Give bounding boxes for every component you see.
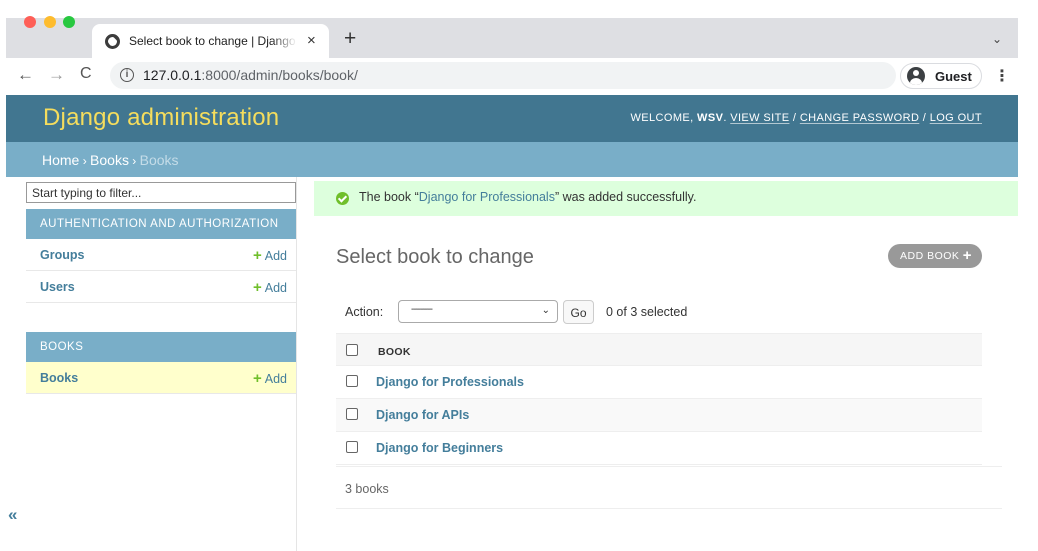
app-caption-auth[interactable]: AUTHENTICATION AND AUTHORIZATION [26, 209, 296, 239]
go-button[interactable]: Go [563, 300, 594, 324]
view-site-link[interactable]: VIEW SITE [730, 112, 789, 124]
browser-menu-icon[interactable]: ⋮ [994, 66, 1010, 86]
breadcrumb-separator: › [128, 154, 140, 168]
breadcrumb-separator: › [79, 154, 91, 168]
message-prefix: The book “ [359, 190, 419, 204]
success-message: The book “Django for Professionals” was … [314, 181, 1018, 216]
add-label: Add [264, 249, 287, 263]
added-object-link[interactable]: Django for Professionals [419, 190, 555, 204]
model-link-books[interactable]: Books [40, 371, 78, 385]
collapse-sidebar-icon[interactable]: « [8, 505, 17, 525]
separator: / [789, 112, 800, 124]
success-text: The book “Django for Professionals” was … [359, 190, 696, 204]
plus-icon: + [252, 370, 262, 387]
row-checkbox[interactable] [346, 408, 358, 420]
table-row: Django for Beginners [336, 432, 982, 465]
breadcrumb: Home › Books › Books [6, 142, 1018, 177]
result-count: 3 books [345, 482, 389, 496]
book-link[interactable]: Django for APIs [376, 408, 469, 422]
app-caption-books[interactable]: BOOKS [26, 332, 296, 362]
welcome-text: WELCOME, [630, 112, 694, 124]
profile-button[interactable]: Guest [900, 63, 982, 89]
sidebar-item-books: Books + Add [26, 362, 296, 394]
row-checkbox[interactable] [346, 375, 358, 387]
page-title: Select book to change [336, 246, 534, 268]
book-link[interactable]: Django for Professionals [376, 375, 524, 389]
new-tab-button[interactable]: + [344, 27, 356, 51]
model-link-users[interactable]: Users [40, 280, 75, 294]
add-label: Add [264, 372, 287, 386]
add-book-button[interactable]: ADD BOOK + [888, 244, 982, 268]
avatar-icon [907, 67, 925, 85]
action-select[interactable]: --------- ⌄ [398, 300, 558, 323]
add-users-link[interactable]: + Add [253, 279, 287, 296]
address-bar[interactable]: i 127.0.0.1:8000/admin/books/book/ [110, 62, 896, 89]
site-header: Django administration WELCOME, WSV. VIEW… [6, 95, 1018, 142]
add-label: Add [264, 281, 287, 295]
url-text[interactable]: 127.0.0.1:8000/admin/books/book/ [143, 67, 358, 83]
reload-button[interactable]: C [80, 65, 92, 83]
close-window-button[interactable] [24, 16, 36, 28]
sidebar-item-users: Users + Add [26, 271, 296, 303]
nav-sidebar: AUTHENTICATION AND AUTHORIZATION Groups … [25, 177, 297, 551]
back-button[interactable]: ← [17, 65, 34, 85]
username: WSV [697, 112, 724, 124]
breadcrumb-current: Books [139, 152, 179, 168]
browser-tab[interactable]: Select book to change | Django site admi… [92, 24, 329, 58]
user-tools: WELCOME, WSV. VIEW SITE / CHANGE PASSWOR… [630, 112, 982, 124]
table-header: BOOK [336, 333, 982, 366]
paginator: 3 books [336, 466, 1002, 509]
add-groups-link[interactable]: + Add [253, 247, 287, 264]
select-all-checkbox[interactable] [346, 344, 358, 356]
action-selected-value: --------- [411, 304, 433, 315]
site-branding[interactable]: Django administration [43, 104, 279, 132]
breadcrumb-app[interactable]: Books [90, 152, 129, 168]
action-label: Action: [345, 305, 384, 319]
column-header-book[interactable]: BOOK [378, 346, 411, 358]
globe-icon [105, 34, 120, 49]
plus-icon: + [252, 279, 262, 296]
row-checkbox[interactable] [346, 441, 358, 453]
plus-icon: + [962, 247, 972, 264]
tab-title: Select book to change | Django site admi… [129, 34, 297, 48]
message-suffix: ” was added successfully. [554, 190, 697, 204]
actions-bar: Action: --------- ⌄ Go 0 of 3 selected [336, 294, 982, 332]
table-row: Django for Professionals [336, 366, 982, 399]
profile-label: Guest [935, 69, 972, 84]
url-host: 127.0.0.1 [143, 67, 202, 83]
model-link-groups[interactable]: Groups [40, 248, 84, 262]
book-link[interactable]: Django for Beginners [376, 441, 503, 455]
selected-count: 0 of 3 selected [606, 305, 688, 319]
success-check-icon [336, 192, 349, 205]
url-path: :8000/admin/books/book/ [201, 67, 358, 83]
tab-search-icon[interactable]: ⌄ [992, 32, 1002, 46]
minimize-window-button[interactable] [44, 16, 56, 28]
breadcrumb-home[interactable]: Home [42, 152, 79, 168]
log-out-link[interactable]: LOG OUT [930, 112, 982, 124]
chevron-down-icon: ⌄ [541, 305, 550, 316]
sidebar-item-groups: Groups + Add [26, 239, 296, 271]
add-book-label: ADD BOOK [900, 250, 960, 262]
add-books-link[interactable]: + Add [253, 370, 287, 387]
info-icon[interactable]: i [120, 68, 134, 82]
plus-icon: + [252, 247, 262, 264]
separator: / [919, 112, 930, 124]
maximize-window-button[interactable] [63, 16, 75, 28]
nav-filter-input[interactable] [26, 182, 296, 203]
change-password-link[interactable]: CHANGE PASSWORD [800, 112, 919, 124]
forward-button[interactable]: → [48, 65, 65, 85]
table-row: Django for APIs [336, 399, 982, 432]
close-tab-icon[interactable]: × [307, 32, 316, 49]
